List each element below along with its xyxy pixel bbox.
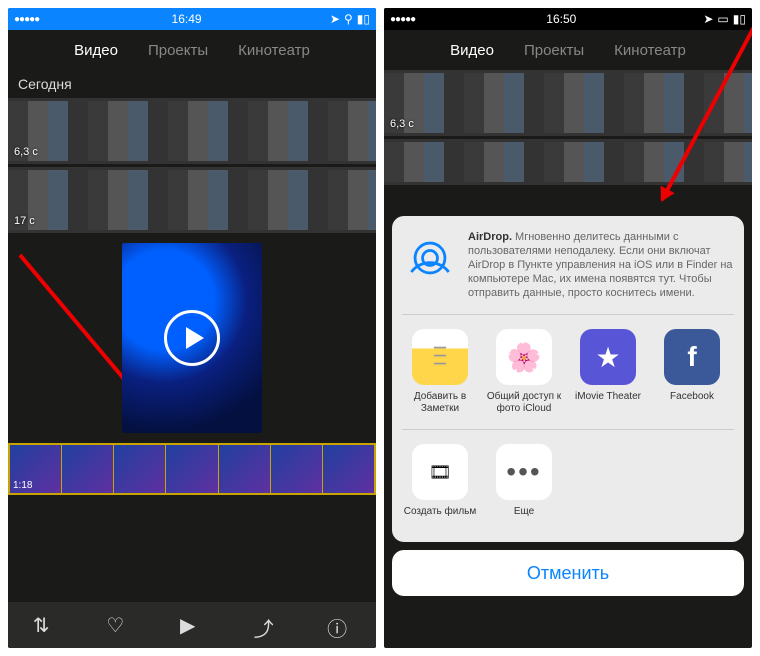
action-more[interactable]: •••Еще (486, 444, 562, 518)
bluetooth-icon: ⚲ (344, 12, 353, 26)
status-time: 16:50 (546, 12, 576, 26)
airdrop-section[interactable]: AirDrop. Мгновенно делитесь данными с по… (402, 230, 734, 315)
play-icon[interactable] (180, 613, 204, 637)
video-clip-2[interactable] (384, 139, 752, 185)
app-imovie-theater[interactable]: ★iMovie Theater (570, 329, 646, 415)
location-icon: ➤ (703, 12, 713, 26)
top-tabs: Видео Проекты Кинотеатр (384, 30, 752, 70)
screen-left: ●●●●● 16:49 ➤ ⚲ ▮▯ Видео Проекты Кинотеатр… (8, 8, 376, 648)
tab-projects[interactable]: Проекты (148, 42, 208, 59)
heart-icon[interactable] (106, 613, 130, 637)
location-icon: ➤ (330, 12, 340, 26)
info-icon[interactable] (327, 613, 351, 637)
play-icon[interactable] (164, 310, 220, 366)
video-clip-1[interactable]: 6,3 с (384, 70, 752, 136)
top-tabs: Видео Проекты Кинотеатр (8, 30, 376, 70)
video-clip-2[interactable]: 17 с (8, 167, 376, 233)
app-notes[interactable]: ━━━━━━Добавить в Заметки (402, 329, 478, 415)
action-create-movie[interactable]: 🎞Создать фильм (402, 444, 478, 518)
airdrop-text: AirDrop. Мгновенно делитесь данными с по… (468, 230, 734, 300)
share-icon[interactable] (254, 613, 278, 637)
signal-icon: ●●●●● (14, 14, 39, 25)
share-sheet: AirDrop. Мгновенно делитесь данными с по… (392, 216, 744, 640)
app-icloud-photos[interactable]: 🌸Общий доступ к фото iCloud (486, 329, 562, 415)
signal-icon: ●●●●● (390, 14, 415, 25)
airplay-icon: ▭ (717, 12, 728, 26)
timeline[interactable]: 1:18 (8, 443, 376, 495)
screen-right: ●●●●● 16:50 ➤ ▭ ▮▯ Видео Проекты Кинотеатр… (384, 8, 752, 648)
share-row-2: 🎞Создать фильм •••Еще (402, 430, 734, 532)
cancel-button[interactable]: Отменить (392, 550, 744, 596)
tab-projects[interactable]: Проекты (524, 42, 584, 59)
tab-video[interactable]: Видео (450, 42, 494, 59)
video-thumbnail[interactable] (122, 243, 262, 433)
share-row-1: ━━━━━━Добавить в Заметки 🌸Общий доступ к… (402, 315, 734, 430)
battery-icon: ▮▯ (733, 12, 746, 26)
airdrop-icon (402, 230, 458, 286)
tab-theater[interactable]: Кинотеатр (238, 42, 310, 59)
app-facebook[interactable]: fFacebook (654, 329, 730, 415)
status-time: 16:49 (172, 12, 202, 26)
tab-video[interactable]: Видео (74, 42, 118, 59)
status-bar: ●●●●● 16:49 ➤ ⚲ ▮▯ (8, 8, 376, 30)
video-clip-1[interactable]: 6,3 с (8, 98, 376, 164)
screenshots-wrap: ●●●●● 16:49 ➤ ⚲ ▮▯ Видео Проекты Кинотеатр… (0, 0, 760, 656)
status-bar: ●●●●● 16:50 ➤ ▭ ▮▯ (384, 8, 752, 30)
section-title: Сегодня (8, 70, 376, 98)
sort-icon[interactable] (33, 613, 57, 637)
tab-theater[interactable]: Кинотеатр (614, 42, 686, 59)
battery-icon: ▮▯ (357, 12, 370, 26)
bottom-toolbar (8, 602, 376, 648)
